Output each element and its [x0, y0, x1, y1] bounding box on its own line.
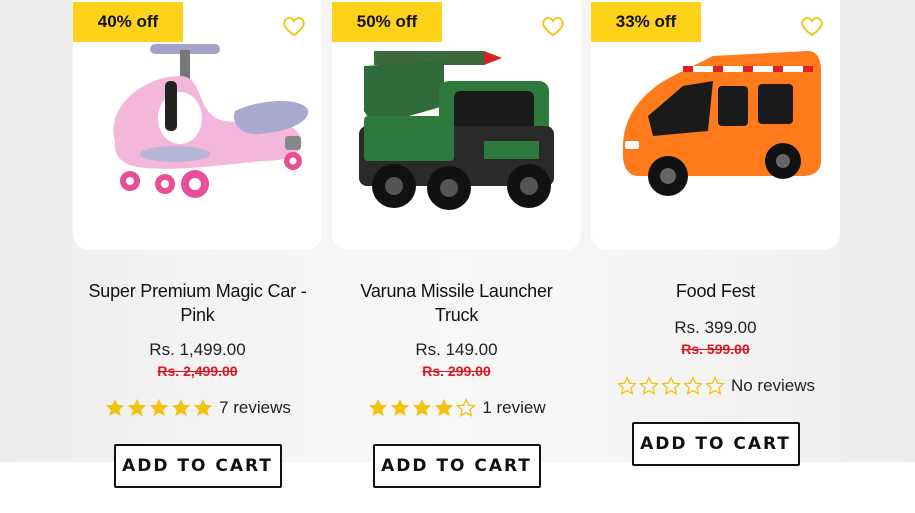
star-filled-icon [435, 398, 454, 417]
heart-icon[interactable] [282, 14, 306, 38]
product-grid: 40% off Super Premium Magic Car - Pink R… [73, 0, 840, 500]
orange-food-van-icon [623, 51, 821, 196]
product-card[interactable]: 50% off Varuna Missile Launcher Truck Rs… [332, 0, 581, 500]
product-image[interactable]: 33% off [591, 0, 840, 250]
pink-ride-on-car-icon [113, 44, 309, 198]
product-image[interactable]: 50% off [332, 0, 581, 250]
star-empty-icon [704, 375, 726, 395]
product-title[interactable]: Super Premium Magic Car - Pink [80, 279, 315, 327]
heart-icon[interactable] [541, 14, 565, 38]
product-price: Rs. 149.00 [415, 340, 498, 359]
star-filled-icon [149, 398, 169, 417]
review-count[interactable]: 1 review [482, 398, 545, 418]
product-title[interactable]: Food Fest [598, 279, 833, 303]
star-filled-icon [391, 398, 410, 417]
product-card[interactable]: 40% off Super Premium Magic Car - Pink R… [73, 0, 322, 500]
star-rating: 1 review [367, 397, 546, 419]
star-empty-icon [638, 375, 660, 395]
add-to-cart-button[interactable]: ADD TO CART [113, 444, 282, 488]
star-filled-icon [369, 398, 388, 417]
star-filled-icon [105, 398, 125, 417]
star-filled-icon [171, 398, 191, 417]
heart-icon[interactable] [800, 14, 824, 38]
review-count[interactable]: No reviews [731, 376, 815, 396]
star-rating: 7 reviews [104, 397, 291, 419]
product-card[interactable]: 33% off Food Fest Rs. 399.00 Rs. 599.00 … [591, 0, 840, 500]
star-filled-icon [127, 398, 147, 417]
star-empty-icon [616, 375, 638, 395]
star-rating: No reviews [616, 375, 815, 397]
missile-truck-icon [359, 51, 554, 210]
star-filled-icon [193, 398, 213, 417]
star-empty-icon [456, 397, 477, 417]
star-filled-icon [413, 398, 432, 417]
product-image[interactable]: 40% off [73, 0, 322, 250]
product-old-price: Rs. 2,499.00 [157, 363, 238, 379]
product-old-price: Rs. 599.00 [681, 341, 750, 357]
product-price: Rs. 1,499.00 [149, 340, 246, 359]
product-title[interactable]: Varuna Missile Launcher Truck [339, 279, 574, 327]
star-empty-icon [660, 375, 682, 395]
star-empty-icon [682, 375, 704, 395]
review-count[interactable]: 7 reviews [219, 398, 291, 418]
add-to-cart-button[interactable]: ADD TO CART [631, 422, 800, 466]
product-price: Rs. 399.00 [674, 318, 757, 337]
add-to-cart-button[interactable]: ADD TO CART [372, 444, 541, 488]
product-old-price: Rs. 299.00 [422, 363, 491, 379]
